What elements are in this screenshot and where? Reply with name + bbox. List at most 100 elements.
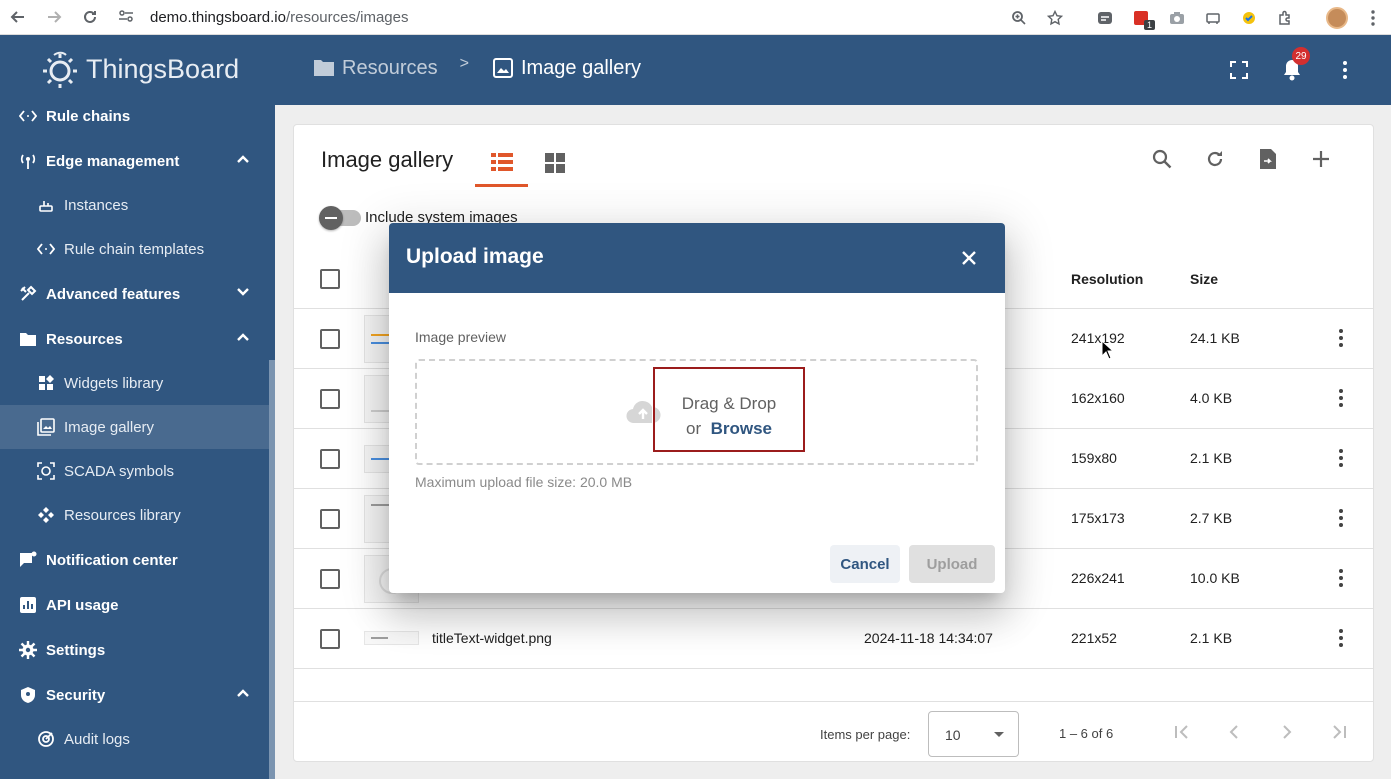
first-page-icon[interactable] bbox=[1170, 720, 1194, 744]
refresh-icon[interactable] bbox=[1188, 141, 1241, 177]
fullscreen-icon[interactable] bbox=[1212, 53, 1265, 87]
more-vert-icon[interactable] bbox=[1318, 53, 1371, 87]
column-size[interactable]: Size bbox=[1190, 271, 1218, 287]
extension-red-icon[interactable]: 1 bbox=[1123, 0, 1159, 35]
extension-shield-icon[interactable] bbox=[1231, 0, 1267, 35]
notifications-button[interactable]: 29 bbox=[1265, 47, 1318, 87]
row-checkbox[interactable] bbox=[320, 509, 340, 529]
toggle-switch[interactable] bbox=[319, 205, 361, 230]
chevron-up-icon bbox=[237, 155, 249, 163]
row-checkbox[interactable] bbox=[320, 449, 340, 469]
image-icon bbox=[492, 58, 513, 78]
sidebar-item-instances[interactable]: Instances bbox=[0, 183, 269, 227]
previous-page-icon[interactable] bbox=[1222, 720, 1246, 744]
logo[interactable]: ThingsBoard bbox=[40, 49, 239, 89]
notification-chat-icon bbox=[18, 550, 38, 570]
items-per-page-select[interactable]: 10 bbox=[928, 711, 1019, 757]
site-info-icon[interactable] bbox=[118, 9, 134, 26]
row-checkbox[interactable] bbox=[320, 329, 340, 349]
cancel-button[interactable]: Cancel bbox=[830, 545, 900, 583]
sidebar-item-rule-chain-templates[interactable]: Rule chain templates bbox=[0, 227, 269, 271]
breadcrumb-separator: > bbox=[459, 55, 469, 72]
row-checkbox[interactable] bbox=[320, 629, 340, 649]
sidebar-item-api-usage[interactable]: API usage bbox=[0, 583, 269, 627]
cell-resolution: 162x160 bbox=[1071, 390, 1125, 406]
next-page-icon[interactable] bbox=[1275, 720, 1299, 744]
cell-name: titleText-widget.png bbox=[432, 630, 552, 646]
list-view-tab[interactable] bbox=[475, 139, 528, 187]
extension-chat-icon[interactable] bbox=[1087, 0, 1123, 35]
dialog-title: Upload image bbox=[406, 245, 544, 268]
row-checkbox[interactable] bbox=[320, 389, 340, 409]
address-bar[interactable]: demo.thingsboard.io/resources/images bbox=[118, 9, 409, 26]
sidebar-item-widgets-library[interactable]: Widgets library bbox=[0, 361, 269, 405]
forward-icon[interactable] bbox=[36, 0, 72, 35]
sidebar-item-rule-chains[interactable]: Rule chains bbox=[0, 105, 269, 138]
breadcrumb: Resources > Image gallery bbox=[312, 55, 641, 80]
sidebar-item-edge-management[interactable]: Edge management bbox=[0, 139, 269, 183]
sidebar-item-scada-symbols[interactable]: SCADA symbols bbox=[0, 449, 269, 493]
page-title: Image gallery bbox=[321, 147, 454, 172]
page-range-label: 1 – 6 of 6 bbox=[1059, 726, 1114, 741]
sidebar-scrollbar[interactable] bbox=[269, 360, 275, 779]
add-icon[interactable] bbox=[1294, 141, 1347, 177]
column-resolution[interactable]: Resolution bbox=[1071, 271, 1143, 287]
drop-zone[interactable]: Drag & Drop or Browse bbox=[415, 359, 978, 465]
sidebar-item-label: Image gallery bbox=[64, 418, 155, 436]
breadcrumb-label: Resources bbox=[342, 56, 438, 79]
scada-icon bbox=[36, 461, 56, 481]
camera-icon[interactable] bbox=[1159, 0, 1195, 35]
more-vert-icon[interactable] bbox=[1339, 388, 1343, 408]
close-icon[interactable] bbox=[957, 246, 981, 270]
extensions-puzzle-icon[interactable] bbox=[1267, 0, 1303, 35]
search-icon[interactable] bbox=[1135, 141, 1188, 177]
diamonds-icon bbox=[36, 505, 56, 525]
browser-menu-icon[interactable] bbox=[1355, 0, 1391, 35]
upload-button[interactable]: Upload bbox=[909, 545, 995, 583]
track-changes-icon bbox=[36, 729, 56, 749]
image-preview-label: Image preview bbox=[415, 329, 507, 345]
sidebar-item-notification-center[interactable]: Notification center bbox=[0, 538, 269, 582]
back-icon[interactable] bbox=[0, 0, 36, 35]
cast-icon[interactable] bbox=[1195, 0, 1231, 35]
bar-chart-icon bbox=[18, 595, 38, 615]
last-page-icon[interactable] bbox=[1327, 720, 1351, 744]
max-file-size-hint: Maximum upload file size: 20.0 MB bbox=[415, 474, 633, 490]
folder-icon bbox=[314, 60, 334, 76]
folder-icon bbox=[18, 329, 38, 349]
sidebar-item-security[interactable]: Security bbox=[0, 673, 269, 717]
chevron-down-icon bbox=[237, 288, 249, 296]
sidebar-item-label: Resources library bbox=[64, 506, 181, 524]
shield-icon bbox=[18, 685, 38, 705]
select-all-checkbox[interactable] bbox=[320, 269, 340, 289]
browse-link[interactable]: Browse bbox=[711, 419, 772, 438]
drag-drop-label: Drag & Drop bbox=[681, 394, 777, 413]
sidebar-item-audit-logs[interactable]: Audit logs bbox=[0, 717, 269, 761]
sidebar-item-resources-library[interactable]: Resources library bbox=[0, 493, 269, 537]
sidebar-item-resources[interactable]: Resources bbox=[0, 317, 269, 361]
sidebar-item-settings[interactable]: Settings bbox=[0, 628, 269, 672]
gear-icon bbox=[18, 640, 38, 660]
cell-resolution: 159x80 bbox=[1071, 450, 1117, 466]
grid-view-tab[interactable] bbox=[528, 139, 581, 187]
profile-avatar[interactable] bbox=[1319, 0, 1355, 35]
zoom-icon[interactable] bbox=[1001, 0, 1037, 35]
more-vert-icon[interactable] bbox=[1339, 568, 1343, 588]
row-checkbox[interactable] bbox=[320, 569, 340, 589]
import-file-icon[interactable] bbox=[1241, 141, 1294, 177]
list-view-icon bbox=[490, 152, 513, 171]
more-vert-icon[interactable] bbox=[1339, 328, 1343, 348]
sidebar-item-advanced-features[interactable]: Advanced features bbox=[0, 272, 269, 316]
table-row[interactable]: titleText-widget.png 2024-11-18 14:34:07… bbox=[294, 609, 1373, 669]
cell-size: 10.0 KB bbox=[1190, 570, 1240, 586]
bookmark-star-icon[interactable] bbox=[1037, 0, 1073, 35]
reload-icon[interactable] bbox=[72, 0, 108, 35]
paginator: Items per page: 10 1 – 6 of 6 bbox=[294, 701, 1373, 761]
more-vert-icon[interactable] bbox=[1339, 508, 1343, 528]
breadcrumb-resources[interactable]: Resources bbox=[312, 57, 438, 80]
more-vert-icon[interactable] bbox=[1339, 448, 1343, 468]
sidebar-item-image-gallery[interactable]: Image gallery bbox=[0, 405, 269, 449]
sidebar-item-label: Resources bbox=[46, 330, 123, 348]
more-vert-icon[interactable] bbox=[1339, 628, 1343, 648]
